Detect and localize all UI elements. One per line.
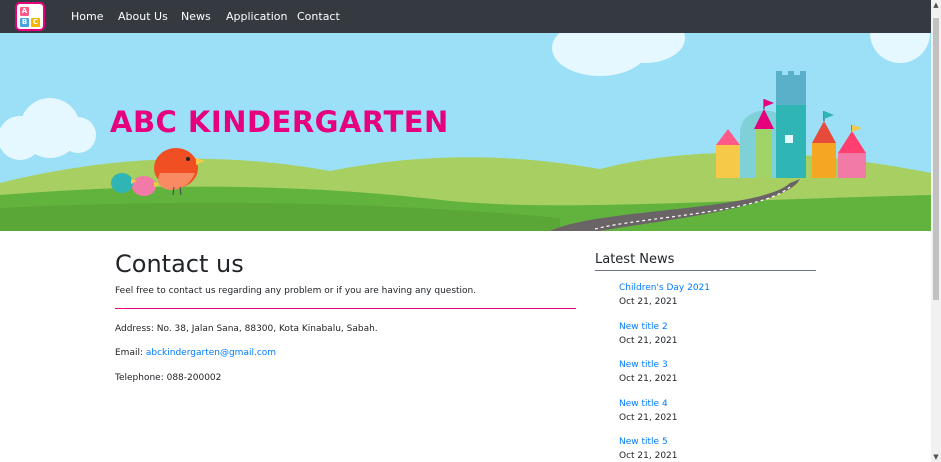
title-divider: [115, 308, 576, 309]
scrollbar-thumb[interactable]: [933, 18, 939, 300]
navbar: A B C Home About Us News Application Con…: [0, 0, 931, 33]
email-link[interactable]: abckindergarten@gmail.com: [146, 348, 276, 358]
nav-home[interactable]: Home: [71, 0, 103, 33]
nav-application[interactable]: Application: [226, 0, 287, 33]
news-item-title[interactable]: New title 3: [619, 360, 668, 370]
contact-address: Address: No. 38, Jalan Sana, 88300, Kota…: [115, 324, 378, 334]
news-item-date: Oct 21, 2021: [619, 297, 678, 307]
nav-news[interactable]: News: [181, 0, 211, 33]
latest-news-title: Latest News: [595, 252, 675, 267]
news-item-title[interactable]: New title 5: [619, 437, 668, 447]
news-item-title[interactable]: New title 2: [619, 322, 668, 332]
news-item-title[interactable]: New title 4: [619, 399, 668, 409]
email-label: Email:: [115, 348, 146, 358]
nav-contact[interactable]: Contact: [297, 0, 340, 33]
news-item-date: Oct 21, 2021: [619, 413, 678, 423]
news-item-date: Oct 21, 2021: [619, 336, 678, 346]
hero-banner: ABC KINDERGARTEN: [0, 33, 931, 231]
logo-block-b: B: [20, 18, 29, 27]
contact-telephone: Telephone: 088-200002: [115, 373, 222, 383]
logo-block-a: A: [20, 7, 29, 16]
scroll-down-icon[interactable]: ▼: [931, 452, 941, 462]
logo-abc-blocks[interactable]: A B C: [15, 2, 45, 31]
news-item-title[interactable]: Children's Day 2021: [619, 283, 710, 293]
contact-email: Email: abckindergarten@gmail.com: [115, 348, 276, 358]
page-lead: Feel free to contact us regarding any pr…: [115, 286, 477, 296]
sidebar-divider: [595, 270, 816, 271]
hero-title: ABC KINDERGARTEN: [110, 105, 449, 139]
nav-about-us[interactable]: About Us: [118, 0, 168, 33]
scroll-up-icon[interactable]: ▲: [931, 0, 941, 10]
vertical-scrollbar[interactable]: ▲ ▼: [931, 0, 941, 462]
news-item-date: Oct 21, 2021: [619, 451, 678, 461]
news-item-date: Oct 21, 2021: [619, 374, 678, 384]
page-title: Contact us: [115, 250, 244, 278]
logo-block-c: C: [31, 18, 40, 27]
